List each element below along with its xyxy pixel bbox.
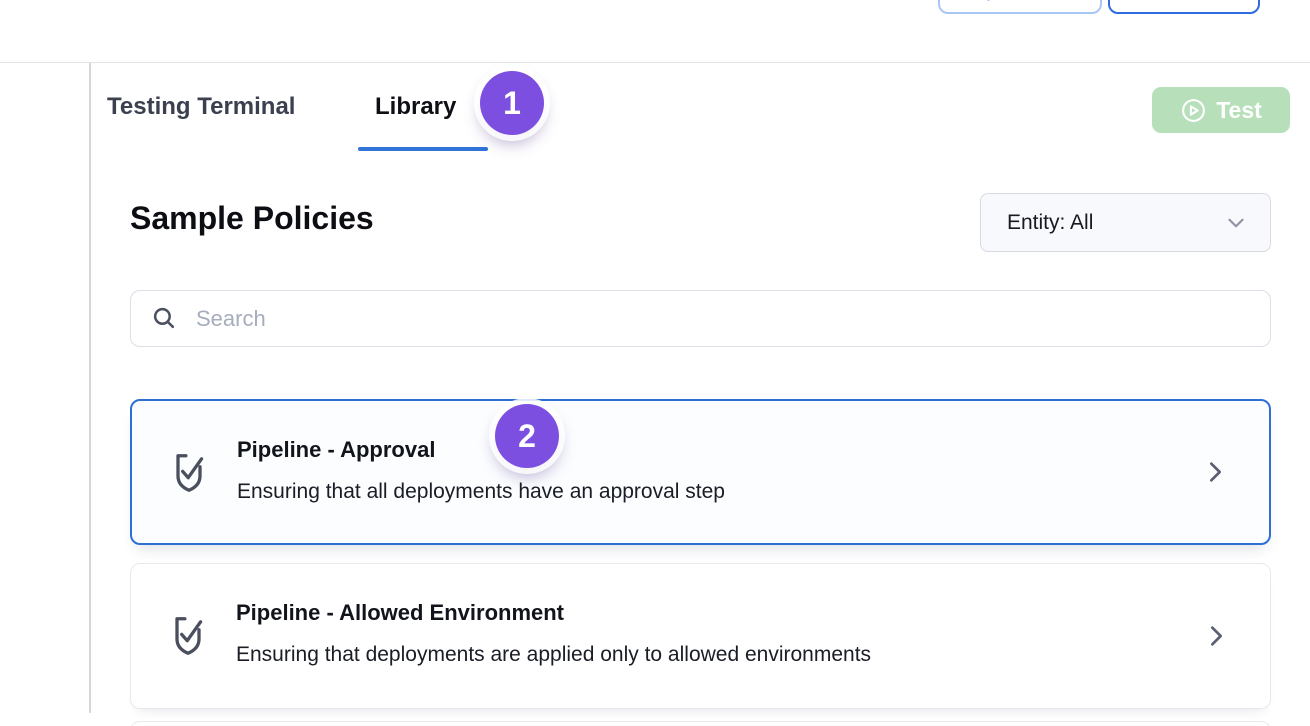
policy-description: Ensuring that deployments are applied on… bbox=[236, 643, 871, 667]
search-icon bbox=[151, 305, 178, 332]
shield-check-icon bbox=[169, 614, 207, 658]
tab-library[interactable]: Library bbox=[375, 93, 456, 121]
save-icon bbox=[987, 0, 990, 1]
play-circle-icon bbox=[1180, 97, 1207, 124]
policy-card-pipeline-allowed-environment[interactable]: Pipeline - Allowed Environment Ensuring … bbox=[130, 563, 1271, 709]
discard-button[interactable]: Discard bbox=[1108, 0, 1260, 14]
search-box bbox=[130, 290, 1271, 347]
policy-title: Pipeline - Approval bbox=[237, 437, 435, 463]
chevron-down-icon bbox=[1224, 211, 1248, 235]
entity-filter-value: Entity: All bbox=[1007, 211, 1093, 235]
chevron-right-icon[interactable] bbox=[1202, 459, 1229, 486]
annotation-badge-1: 1 bbox=[480, 71, 544, 135]
search-input[interactable] bbox=[178, 291, 1270, 346]
annotation-badge-2: 2 bbox=[495, 404, 559, 468]
entity-filter-dropdown[interactable]: Entity: All bbox=[980, 193, 1271, 252]
save-button-label: Save bbox=[1000, 0, 1054, 4]
page-title: Sample Policies bbox=[130, 200, 374, 237]
test-button[interactable]: Test bbox=[1152, 87, 1290, 133]
policy-card-partial[interactable] bbox=[130, 721, 1271, 726]
panel-divider bbox=[89, 63, 91, 713]
policy-card-pipeline-approval[interactable]: Pipeline - Approval Ensuring that all de… bbox=[130, 399, 1271, 545]
save-button[interactable]: Save bbox=[938, 0, 1102, 14]
policy-library-page: Save Discard Testing Terminal Library 1 … bbox=[0, 0, 1310, 726]
active-tab-indicator bbox=[358, 147, 488, 151]
tab-testing-terminal[interactable]: Testing Terminal bbox=[107, 93, 295, 121]
policy-description: Ensuring that all deployments have an ap… bbox=[237, 480, 725, 504]
chevron-right-icon[interactable] bbox=[1203, 623, 1230, 650]
policy-title: Pipeline - Allowed Environment bbox=[236, 600, 564, 626]
test-button-label: Test bbox=[1216, 97, 1262, 124]
header-divider bbox=[0, 62, 1310, 63]
shield-check-icon bbox=[170, 451, 208, 495]
discard-button-label: Discard bbox=[1142, 0, 1226, 4]
